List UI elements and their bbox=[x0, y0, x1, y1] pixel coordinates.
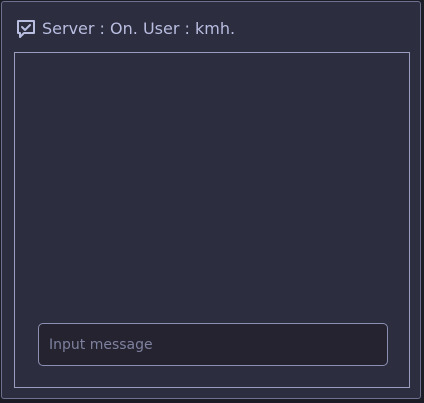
chat-check-icon bbox=[15, 18, 37, 40]
chat-panel: Server : On. User : kmh. bbox=[1, 1, 421, 399]
message-area[interactable] bbox=[14, 52, 410, 388]
message-input[interactable] bbox=[38, 323, 388, 366]
chat-header: Server : On. User : kmh. bbox=[15, 18, 235, 40]
status-title: Server : On. User : kmh. bbox=[42, 19, 236, 38]
message-input-wrapper bbox=[38, 323, 388, 366]
